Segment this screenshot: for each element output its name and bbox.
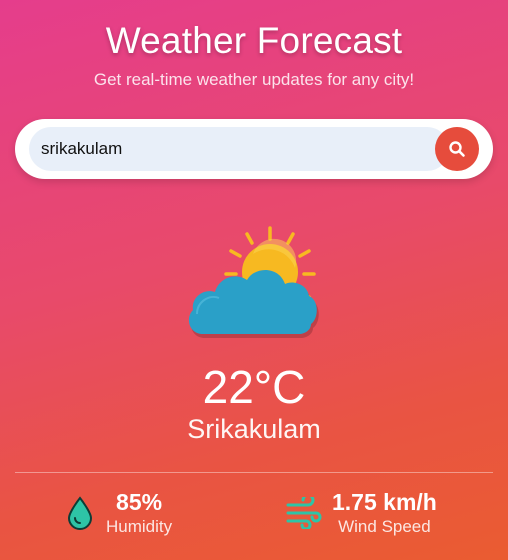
search-bar: [15, 119, 493, 179]
temperature: 22°C: [202, 361, 306, 413]
app-title: Weather Forecast: [105, 20, 403, 61]
humidity-label: Humidity: [106, 517, 173, 536]
wind-stat: 1.75 km/h Wind Speed: [286, 488, 437, 538]
search-icon: [448, 140, 466, 158]
search-button[interactable]: [435, 127, 479, 171]
city-name: Srikakulam: [187, 414, 321, 444]
app-subtitle: Get real-time weather updates for any ci…: [93, 70, 415, 89]
water-drop-icon: [66, 496, 94, 530]
wind-value: 1.75 km/h: [332, 489, 437, 515]
humidity-stat: 85% Humidity: [66, 488, 172, 538]
divider: [15, 472, 493, 473]
wind-icon: [286, 497, 322, 529]
city-search-input[interactable]: [29, 127, 449, 171]
wind-label: Wind Speed: [338, 517, 431, 536]
humidity-value: 85%: [116, 489, 163, 515]
partly-cloudy-icon: [183, 222, 323, 340]
